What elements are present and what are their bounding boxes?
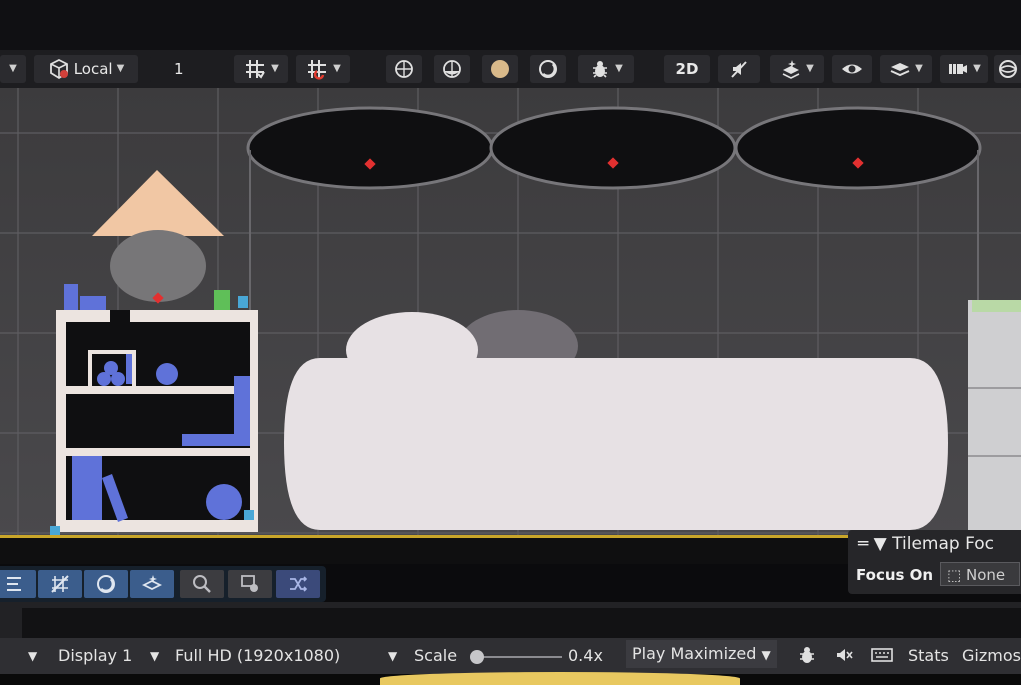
keyboard-shortcuts-button[interactable] xyxy=(870,642,894,672)
light-reflection xyxy=(380,672,740,685)
object-field-icon: ⬚ xyxy=(947,566,962,584)
scale-slider-track[interactable] xyxy=(476,656,562,658)
paint-tool-icon xyxy=(97,575,115,593)
gizmos-button[interactable]: Gizmos xyxy=(962,646,1021,665)
layers-button[interactable]: ▼ xyxy=(880,55,932,83)
chevron-down-icon: ▼ xyxy=(973,63,981,74)
play-mode-label: Play Maximized xyxy=(632,644,757,663)
layers-icon xyxy=(890,63,910,77)
grid-snap-button[interactable]: ▼ xyxy=(234,55,288,83)
drawer-cabinet xyxy=(968,300,1021,530)
game-view-tab-strip xyxy=(0,602,1021,648)
collapse-arrow-icon: ▼ xyxy=(873,534,887,554)
shaded-wireframe-icon xyxy=(443,60,461,78)
select-tool-button[interactable] xyxy=(0,570,36,598)
lighting-toggle-button[interactable] xyxy=(530,55,566,83)
scene-view-toolbar: ▼ Local ▼ 1 ▼ ▼ ▼ 2D ▼ ▼ ▼ xyxy=(0,50,1021,88)
bookshelf xyxy=(50,284,258,536)
increment-value: 1 xyxy=(174,60,184,78)
gizmos-button[interactable] xyxy=(994,55,1021,83)
audio-mute-icon xyxy=(731,61,747,78)
shaded-wireframe-button[interactable] xyxy=(434,55,470,83)
chevron-down-icon[interactable]: ▼ xyxy=(388,649,397,663)
audio-mute-icon xyxy=(837,649,853,661)
chevron-down-icon[interactable]: ▼ xyxy=(150,649,159,663)
chevron-down-icon: ▼ xyxy=(915,63,923,74)
effects-icon xyxy=(782,60,800,79)
keyboard-icon xyxy=(871,648,893,662)
select-tool-icon xyxy=(7,577,21,591)
box-tool-icon xyxy=(241,575,258,592)
grid-snap-icon xyxy=(246,60,265,79)
resolution-dropdown[interactable]: Full HD (1920x1080) xyxy=(175,646,340,665)
picker-tool-button[interactable] xyxy=(180,570,224,598)
shuffle-tool-button[interactable] xyxy=(276,570,320,598)
audio-toggle-button[interactable] xyxy=(718,55,760,83)
scene-viewport[interactable] xyxy=(0,88,1021,540)
tilemap-focus-overlay: ═ ▼ Tilemap Foc Focus On ⬚ None xyxy=(848,530,1021,594)
scene-visibility-button[interactable] xyxy=(832,55,872,83)
wireframe-shading-icon xyxy=(395,60,413,78)
chevron-down-icon[interactable]: ▼ xyxy=(28,649,37,663)
wireframe-shading-button[interactable] xyxy=(386,55,422,83)
box-tool-button[interactable] xyxy=(228,570,272,598)
chevron-down-icon: ▼ xyxy=(615,63,623,74)
2d-toggle-label: 2D xyxy=(675,60,699,78)
lighting-icon xyxy=(539,60,557,78)
game-view-toolbar: ▼ Display 1 ▼ Full HD (1920x1080) ▼ Scal… xyxy=(0,638,1021,674)
overlay-menu-icon: ═ xyxy=(858,534,869,554)
chevron-down-icon: ▼ xyxy=(271,63,279,74)
visibility-eye-icon xyxy=(842,64,862,74)
tilemap-focus-header[interactable]: ═ ▼ Tilemap Foc xyxy=(858,534,994,554)
pivot-rotation-label: Local xyxy=(73,60,113,78)
shuffle-tool-icon xyxy=(290,576,308,592)
grid-visibility-icon xyxy=(308,60,327,80)
mute-audio-button[interactable] xyxy=(832,642,854,672)
shaded-button[interactable] xyxy=(482,55,518,83)
effects-button[interactable]: ▼ xyxy=(770,55,824,83)
chevron-down-icon: ▼ xyxy=(761,648,771,662)
play-mode-dropdown[interactable]: Play Maximized ▼ xyxy=(626,640,777,668)
gizmo-sphere-icon xyxy=(998,60,1017,78)
top-dark-bezel xyxy=(0,0,1021,50)
grid-visibility-button[interactable]: ▼ xyxy=(296,55,350,83)
chevron-down-icon: ▼ xyxy=(116,63,125,74)
erase-tool-icon xyxy=(51,575,69,593)
fill-tool-icon xyxy=(141,575,163,591)
tile-palette-toolbar xyxy=(0,566,326,602)
fill-tool-button[interactable] xyxy=(130,570,174,598)
pivot-dropdown-caret[interactable]: ▼ xyxy=(0,55,26,83)
focus-target-value: None xyxy=(965,566,1006,584)
display-dropdown[interactable]: Display 1 xyxy=(58,646,132,665)
tilemap-focus-title: Tilemap Foc xyxy=(892,534,994,554)
picker-tool-icon xyxy=(193,575,211,593)
shaded-icon xyxy=(491,60,509,78)
focus-target-field[interactable]: ⬚ None xyxy=(940,562,1020,586)
stats-button[interactable]: Stats xyxy=(908,646,949,665)
2d-toggle-button[interactable]: 2D xyxy=(664,55,710,83)
debug-draw-mode-button[interactable]: ▼ xyxy=(578,55,634,83)
pivot-rotation-dropdown[interactable]: Local ▼ xyxy=(34,55,138,83)
scene-camera-icon xyxy=(949,64,968,74)
scale-slider-handle[interactable] xyxy=(470,650,484,664)
increment-snap-field[interactable]: 1 xyxy=(150,55,230,83)
scale-label: Scale xyxy=(414,646,458,665)
chevron-down-icon: ▼ xyxy=(333,63,341,74)
scene-canvas xyxy=(0,88,1021,540)
debug-bug-icon xyxy=(593,61,608,78)
erase-tool-button[interactable] xyxy=(38,570,82,598)
paint-tool-button[interactable] xyxy=(84,570,128,598)
focus-on-label: Focus On xyxy=(856,566,934,584)
scale-value: 0.4x xyxy=(568,646,603,665)
scene-camera-button[interactable]: ▼ xyxy=(940,55,988,83)
local-cube-icon xyxy=(49,58,68,80)
chevron-down-icon: ▼ xyxy=(806,63,814,74)
debug-bug-icon xyxy=(800,647,814,663)
frame-debugger-button[interactable] xyxy=(796,642,818,672)
